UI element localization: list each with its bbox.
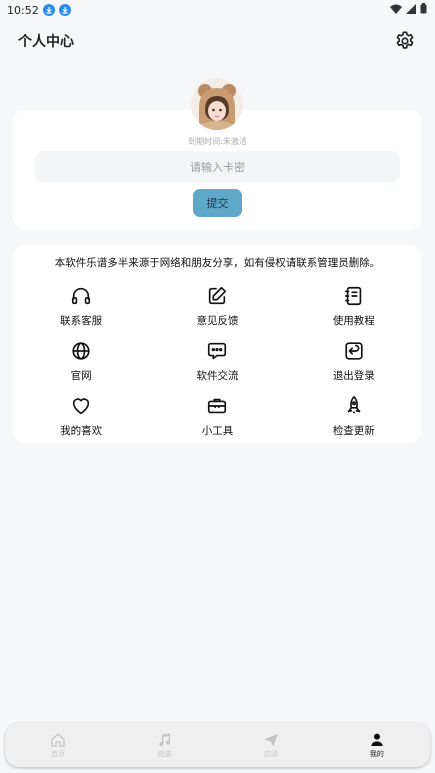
status-time: 10:52 xyxy=(7,3,39,17)
menu-item-label: 联系客服 xyxy=(60,315,103,327)
tab-mine[interactable]: 我的 xyxy=(324,723,430,767)
avatar[interactable] xyxy=(191,78,243,130)
menu-card: 本软件乐谱多半来源于网络和朋友分享，如有侵权请联系管理员删除。 联系客服 意见反… xyxy=(13,245,422,443)
menu-item-label: 意见反馈 xyxy=(196,315,239,327)
download-icon xyxy=(58,4,71,16)
music-icon xyxy=(159,732,171,746)
tab-label: 首页 xyxy=(51,749,66,758)
globe-icon xyxy=(70,340,92,362)
status-right xyxy=(390,3,427,17)
tab-label: 启动 xyxy=(263,749,278,758)
signal-icon xyxy=(406,3,416,17)
rocket-icon xyxy=(343,395,365,417)
menu-item-website[interactable]: 官网 xyxy=(13,340,149,385)
menu-item-label: 官网 xyxy=(70,370,92,382)
tab-launch[interactable]: 启动 xyxy=(218,723,324,767)
menu-item-label: 小工具 xyxy=(201,425,234,437)
page-title: 个人中心 xyxy=(18,34,74,50)
wifi-icon xyxy=(390,4,402,17)
tab-home[interactable]: 首页 xyxy=(5,723,111,767)
bottom-tab-bar: 首页 曲谱 启动 我的 xyxy=(5,723,430,767)
tab-label: 我的 xyxy=(369,749,384,758)
menu-item-label: 退出登录 xyxy=(332,370,375,382)
status-bar: 10:52 xyxy=(0,0,435,20)
menu-item-label: 软件交流 xyxy=(196,370,239,382)
settings-button[interactable] xyxy=(393,29,417,53)
menu-item-tools[interactable]: 小工具 xyxy=(149,395,285,440)
home-icon xyxy=(51,732,65,747)
menu-item-feedback[interactable]: 意见反馈 xyxy=(149,285,285,330)
heart-icon xyxy=(70,395,92,417)
copyright-notice: 本软件乐谱多半来源于网络和朋友分享，如有侵权请联系管理员删除。 xyxy=(54,257,381,269)
notebook-icon xyxy=(343,285,365,307)
menu-item-favorites[interactable]: 我的喜欢 xyxy=(13,395,149,440)
card-key-input[interactable] xyxy=(35,151,400,183)
toolbox-icon xyxy=(206,395,228,417)
menu-item-tutorial[interactable]: 使用教程 xyxy=(286,285,422,330)
battery-icon xyxy=(420,3,427,17)
menu-item-logout[interactable]: 退出登录 xyxy=(286,340,422,385)
header: 个人中心 xyxy=(0,28,435,54)
menu-grid: 联系客服 意见反馈 使用教程 官网 软件交流 退出登录 我的喜欢 小工具 检查更… xyxy=(13,285,422,440)
expire-text: 到期时间:未激活 xyxy=(188,137,247,146)
tab-label: 曲谱 xyxy=(157,749,172,758)
user-icon xyxy=(371,733,383,746)
headphones-icon xyxy=(70,285,92,307)
download-icon xyxy=(42,4,55,16)
menu-item-label: 使用教程 xyxy=(332,315,375,327)
menu-item-check-update[interactable]: 检查更新 xyxy=(286,395,422,440)
menu-item-contact-support[interactable]: 联系客服 xyxy=(13,285,149,330)
send-icon xyxy=(263,733,278,746)
menu-item-label: 我的喜欢 xyxy=(60,425,103,437)
gear-icon xyxy=(396,31,414,49)
menu-item-label: 检查更新 xyxy=(332,425,375,437)
menu-item-community[interactable]: 软件交流 xyxy=(149,340,285,385)
submit-button[interactable]: 提交 xyxy=(193,189,242,217)
edit-icon xyxy=(206,285,228,307)
status-left: 10:52 xyxy=(7,4,71,17)
tab-sheet-music[interactable]: 曲谱 xyxy=(111,723,217,767)
logout-icon xyxy=(343,340,365,362)
chat-icon xyxy=(206,340,228,362)
